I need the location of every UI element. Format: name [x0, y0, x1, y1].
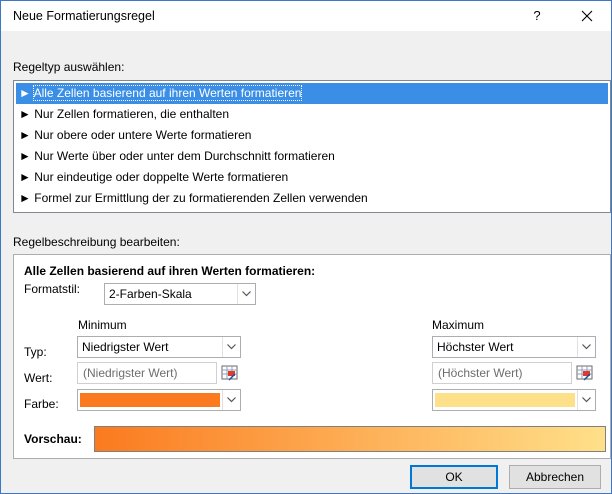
min-value-reference-button[interactable]	[220, 363, 240, 383]
bullet-icon: ►	[19, 128, 31, 142]
rule-type-item-formula[interactable]: ► Formel zur Ermittlung der zu formatier…	[16, 188, 608, 209]
bullet-icon: ►	[19, 107, 31, 121]
preview-gradient	[94, 426, 606, 452]
max-value-reference-button[interactable]	[575, 363, 595, 383]
rule-type-item-contains[interactable]: ► Nur Zellen formatieren, die enthalten	[16, 104, 608, 125]
max-type-dropdown-arrow[interactable]	[577, 337, 595, 357]
value-label: Wert:	[24, 371, 53, 385]
max-color-dropdown[interactable]	[432, 389, 596, 411]
close-icon	[581, 10, 593, 22]
rule-type-item-all-cells[interactable]: ► Alle Zellen basierend auf ihren Werten…	[16, 83, 608, 104]
chevron-down-icon	[227, 344, 236, 350]
min-color-dropdown-arrow[interactable]	[222, 390, 240, 410]
minimum-label: Minimum	[78, 318, 127, 332]
dialog-title: Neue Formatierungsregel	[13, 9, 155, 23]
cell-reference-icon	[576, 365, 593, 381]
ok-button[interactable]: OK	[410, 465, 498, 489]
rule-type-item-label: Formel zur Ermittlung der zu formatieren…	[34, 191, 368, 205]
maximum-label: Maximum	[432, 318, 485, 332]
rule-type-item-label: Alle Zellen basierend auf ihren Werten f…	[32, 85, 303, 101]
min-type-dropdown[interactable]: Niedrigster Wert	[77, 336, 241, 358]
bullet-icon: ►	[19, 86, 31, 100]
format-style-dropdown-arrow[interactable]	[237, 284, 255, 304]
chevron-down-icon	[227, 397, 236, 403]
bullet-icon: ►	[19, 170, 31, 184]
close-button[interactable]	[571, 3, 603, 29]
min-value-field[interactable]: (Niedrigster Wert)	[77, 362, 217, 384]
rule-type-label-text: Regeltyp auswählen:	[13, 60, 125, 74]
chevron-down-icon	[582, 344, 591, 350]
type-label: Typ:	[24, 345, 47, 359]
max-type-value: Höchster Wert	[437, 340, 514, 354]
format-style-label: Formatstil:	[24, 282, 81, 296]
help-button[interactable]: ?	[521, 3, 553, 29]
title-bar[interactable]: Neue Formatierungsregel ?	[1, 1, 611, 31]
rule-type-list[interactable]: ► Alle Zellen basierend auf ihren Werten…	[13, 80, 611, 213]
rule-type-item-label: Nur eindeutige oder doppelte Werte forma…	[34, 170, 289, 184]
bullet-icon: ►	[19, 191, 31, 205]
chevron-down-icon	[242, 291, 251, 297]
max-color-dropdown-arrow[interactable]	[577, 390, 595, 410]
color-label: Farbe:	[24, 397, 59, 411]
chevron-down-icon	[582, 397, 591, 403]
cell-reference-icon	[221, 365, 238, 381]
preview-label: Vorschau:	[24, 432, 82, 446]
rule-description-label-text: Regelbeschreibung bearbeiten:	[13, 235, 180, 249]
max-color-swatch	[435, 393, 575, 407]
min-type-value: Niedrigster Wert	[82, 340, 169, 354]
rule-type-item-average[interactable]: ► Nur Werte über oder unter dem Durchsch…	[16, 146, 608, 167]
rule-description-panel: Alle Zellen basierend auf ihren Werten f…	[13, 254, 611, 459]
rule-type-item-unique-duplicate[interactable]: ► Nur eindeutige oder doppelte Werte for…	[16, 167, 608, 188]
rule-type-label: Regeltyp auswählen:	[13, 60, 124, 74]
rule-type-item-top-bottom[interactable]: ► Nur obere oder untere Werte formatiere…	[16, 125, 608, 146]
new-formatting-rule-dialog: Neue Formatierungsregel ? Regeltyp auswä…	[0, 0, 612, 494]
description-heading: Alle Zellen basierend auf ihren Werten f…	[24, 264, 316, 278]
min-color-swatch	[80, 393, 220, 407]
rule-type-item-label: Nur Zellen formatieren, die enthalten	[34, 107, 230, 121]
max-value-field[interactable]: (Höchster Wert)	[432, 362, 572, 384]
cancel-button[interactable]: Abbrechen	[509, 465, 601, 489]
min-type-dropdown-arrow[interactable]	[222, 337, 240, 357]
format-style-dropdown[interactable]: 2-Farben-Skala	[104, 283, 256, 305]
rule-type-item-label: Nur Werte über oder unter dem Durchschni…	[34, 149, 335, 163]
rule-description-label: Regelbeschreibung bearbeiten:	[13, 235, 180, 249]
max-value-text: (Höchster Wert)	[438, 366, 523, 380]
max-type-dropdown[interactable]: Höchster Wert	[432, 336, 596, 358]
rule-type-item-label: Nur obere oder untere Werte formatieren	[34, 128, 252, 142]
min-value-text: (Niedrigster Wert)	[83, 366, 178, 380]
bullet-icon: ►	[19, 149, 31, 163]
format-style-value: 2-Farben-Skala	[109, 287, 192, 301]
min-color-dropdown[interactable]	[77, 389, 241, 411]
